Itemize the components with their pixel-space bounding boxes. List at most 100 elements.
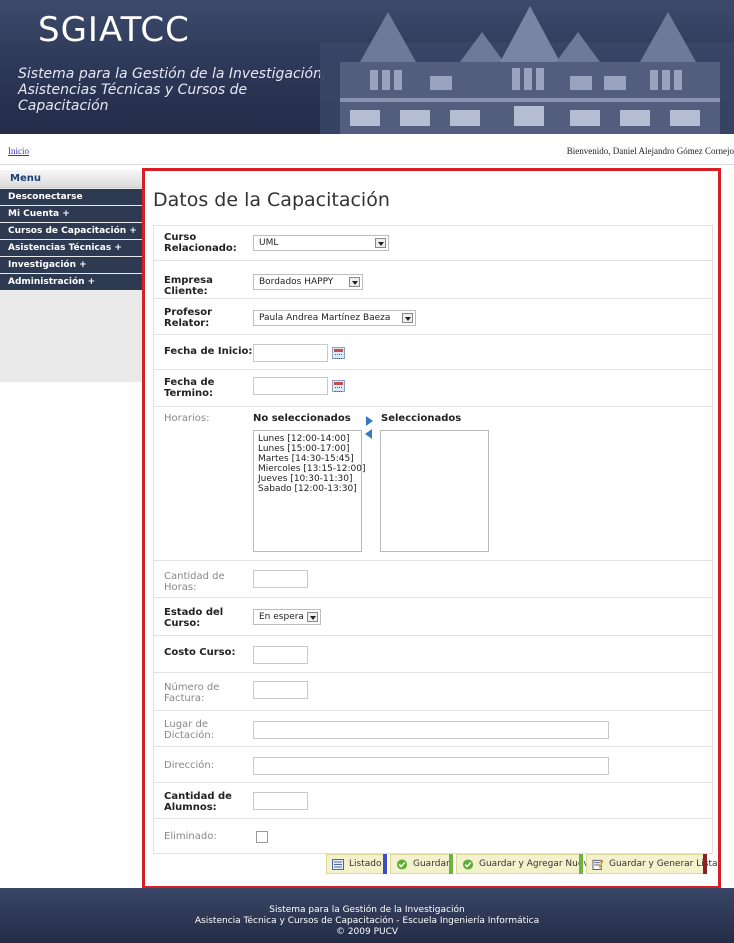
list-item[interactable]: Lunes [12:00-14:00] [258,434,357,444]
university-building-image [320,6,734,134]
list-icon [332,859,344,870]
profesor-select-value: Paula Andrea Martínez Baeza [259,313,391,323]
eliminado-checkbox[interactable] [256,831,268,843]
guardar-agregar-button[interactable]: Guardar y Agregar Nuevo [456,854,594,874]
list-item[interactable]: Martes [14:30-15:45] [258,454,357,464]
button-accent [383,854,387,874]
empresa-select-value: Bordados HAPPY [259,277,334,287]
horarios-available-listbox[interactable]: Lunes [12:00-14:00] Lunes [15:00-17:00] … [253,430,366,552]
header-banner: SGIATCC Sistema para la Gestión de la In… [0,0,734,134]
direccion-label: Dirección: [164,760,215,771]
app-subtitle: Sistema para la Gestión de la Investigac… [18,66,338,114]
guardar-lista-button[interactable]: Guardar y Generar Lista [586,854,718,874]
breadcrumb-home-link[interactable]: Inicio [8,146,29,156]
cantidad-horas-input[interactable] [253,570,308,588]
horarios-selected-listbox[interactable] [380,430,489,552]
chevron-down-icon [375,238,386,248]
form-row-direccion: Dirección: [154,747,712,783]
seleccionados-header: Seleccionados [381,413,462,424]
divider [0,164,734,165]
factura-input[interactable] [253,681,308,699]
chevron-down-icon [349,277,360,287]
app-subtitle-line2: Asistencias Técnicas y Cursos de Capacit… [18,82,248,114]
alumnos-input[interactable] [253,792,308,810]
fecha-termino-label: Fecha de Termino: [164,377,215,399]
form-row-fecha-inicio: Fecha de Inicio: [154,335,712,370]
fecha-inicio-label: Fecha de Inicio: [164,346,253,357]
button-accent [449,854,453,874]
sidebar-item-mi-cuenta[interactable]: Mi Cuenta + [0,206,142,222]
eliminado-label: Eliminado: [164,831,217,842]
estado-select[interactable]: En espera [253,609,321,625]
costo-input[interactable] [253,646,308,664]
form-row-lugar: Lugar de Dictación: [154,711,712,747]
form-row-horarios: Horarios: No seleccionados Seleccionados… [154,407,712,561]
listado-button[interactable]: Listado [326,854,387,874]
main-content-panel: Datos de la Capacitación Curso Relacionad… [142,168,721,889]
sidebar-item-investigacion[interactable]: Investigación + [0,257,142,273]
form-row-costo: Costo Curso: [154,636,712,673]
form-row-estado: Estado del Curso: En espera [154,598,712,636]
sidebar-item-administracion[interactable]: Administración + [0,274,142,290]
app-title: SGIATCC [38,10,190,50]
capacitacion-form: Curso Relacionado: UML Empresa Cliente: B… [153,225,713,854]
chevron-down-icon [307,612,318,622]
estado-label: Estado del Curso: [164,607,224,629]
sidebar-item-desconectarse[interactable]: Desconectarse [0,189,142,205]
list-item[interactable]: Lunes [15:00-17:00] [258,444,357,454]
form-row-cantidad-horas: Cantidad de Horas: [154,561,712,598]
cantidad-horas-label: Cantidad de Horas: [164,571,225,593]
empresa-label: Empresa Cliente: [164,275,213,297]
button-accent [703,854,707,874]
footer: Sistema para la Gestión de la Investigac… [0,888,734,943]
no-seleccionados-header: No seleccionados [253,413,351,424]
form-row-profesor: Profesor Relator: Paula Andrea Martínez B… [154,299,712,335]
page-title: Datos de la Capacitación [153,189,390,211]
list-item[interactable]: Sabado [12:00-13:30] [258,484,357,494]
sidebar-item-cursos-capacitacion[interactable]: Cursos de Capacitación + [0,223,142,239]
footer-line2: Asistencia Técnica y Cursos de Capacitac… [194,916,540,926]
app-subtitle-line1: Sistema para la Gestión de la Investigac… [18,66,327,82]
alumnos-label: Cantidad de Alumnos: [164,791,232,813]
document-edit-icon [592,859,604,870]
form-row-eliminado: Eliminado: [154,819,712,853]
check-circle-icon [396,859,408,870]
sidebar-menu-header: Menu [0,170,142,188]
curso-label: Curso Relacionado: [164,232,237,254]
curso-select[interactable]: UML [253,235,389,251]
form-row-factura: Número de Factura: [154,673,712,711]
list-item[interactable]: Jueves [10:30-11:30] [258,474,357,484]
lugar-label: Lugar de Dictación: [164,719,215,741]
button-accent [579,854,583,874]
form-row-empresa: Empresa Cliente: Bordados HAPPY [154,261,712,299]
form-row-alumnos: Cantidad de Alumnos: [154,783,712,819]
lugar-input[interactable] [253,721,609,739]
fecha-inicio-input[interactable] [253,344,328,362]
profesor-label: Profesor Relator: [164,307,213,329]
move-right-arrow-icon[interactable] [366,416,373,426]
list-item[interactable]: Miercoles [13:15-12:00] [258,464,366,474]
sidebar-item-asistencias-tecnicas[interactable]: Asistencias Técnicas + [0,240,142,256]
move-left-arrow-icon[interactable] [365,429,372,439]
fecha-termino-input[interactable] [253,377,328,395]
estado-select-value: En espera [259,612,304,622]
guardar-lista-button-label: Guardar y Generar Lista [609,859,718,869]
form-row-curso: Curso Relacionado: UML [154,226,712,261]
top-info-bar: Inicio Bienvenido, Daniel Alejandro Góme… [0,146,734,160]
listado-button-label: Listado [349,859,382,869]
guardar-button-label: Guardar [413,859,450,869]
footer-line3: © 2009 PUCV [335,927,399,937]
profesor-select[interactable]: Paula Andrea Martínez Baeza [253,310,416,326]
calendar-icon[interactable] [332,380,345,392]
direccion-input[interactable] [253,757,609,775]
guardar-agregar-button-label: Guardar y Agregar Nuevo [479,859,595,869]
guardar-button[interactable]: Guardar [390,854,453,874]
curso-select-value: UML [259,238,279,248]
welcome-message: Bienvenido, Daniel Alejandro Gómez Corne… [566,146,734,156]
chevron-down-icon [402,313,413,323]
empresa-select[interactable]: Bordados HAPPY [253,274,363,290]
sidebar: Menu Desconectarse Mi Cuenta + Cursos de… [0,170,142,382]
action-buttons: Listado Guardar Guardar y Agregar Nuevo … [326,854,718,874]
form-row-fecha-termino: Fecha de Termino: [154,370,712,407]
calendar-icon[interactable] [332,347,345,359]
